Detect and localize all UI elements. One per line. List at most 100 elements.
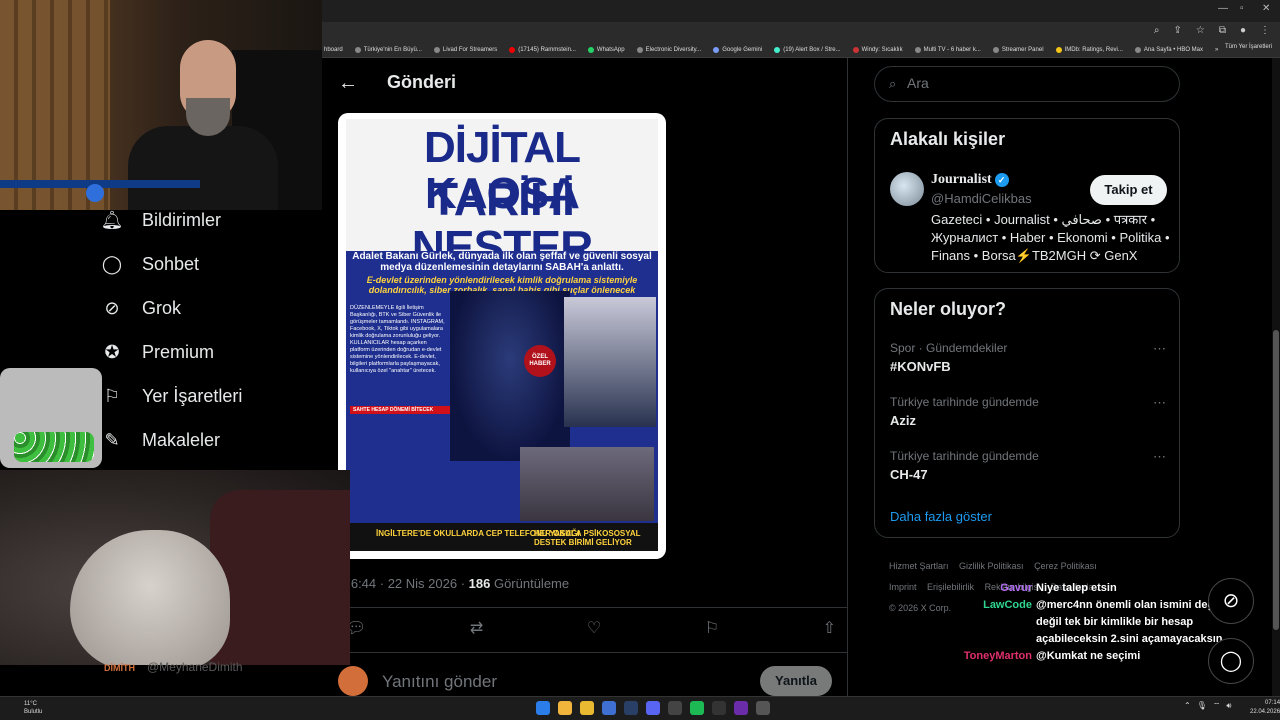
trend-name: #KONvFB	[890, 359, 951, 374]
trend-item[interactable]: Spor · Gündemdekiler #KONvFB ⋯	[890, 341, 1166, 374]
star-icon[interactable]: ☆	[1196, 25, 1205, 36]
discord-icon[interactable]	[646, 701, 660, 715]
app-icon[interactable]	[602, 701, 616, 715]
extensions-icon[interactable]: ⧉	[1219, 25, 1226, 36]
footer-link[interactable]: Imprint	[889, 582, 917, 592]
trends-panel: Neler oluyor? Spor · Gündemdekiler #KONv…	[874, 288, 1180, 538]
spotify-icon[interactable]	[690, 701, 704, 715]
bookmark[interactable]: (19) Alert Box / Stre...	[774, 46, 841, 53]
post-meta: ö 6:44 · 22 Nis 2026 · 186 Görüntüleme	[340, 576, 569, 591]
app-icon[interactable]	[668, 701, 682, 715]
bookmark[interactable]: Streamer Panel	[992, 46, 1044, 53]
volume-icon[interactable]: 🔊︎	[1226, 701, 1231, 711]
bookmark[interactable]: Google Gemini	[713, 46, 762, 53]
person-handle[interactable]: @HamdiCelikbas	[931, 191, 1032, 206]
person-bio: Gazeteci • Journalist • صحافي • पत्रकार …	[931, 212, 1170, 263]
panel-title: Alakalı kişiler	[890, 129, 1006, 149]
all-bookmarks[interactable]: Tüm Yer İşaretleri	[1225, 44, 1272, 50]
footer-story-right: HER OKULA PSİKOSOSYAL DESTEK BİRİMİ GELİ…	[534, 529, 641, 547]
close-icon[interactable]: ✕	[1262, 3, 1270, 14]
bookmark[interactable]: (17145) Rammstein...	[509, 46, 576, 53]
trend-item[interactable]: Türkiye tarihinde gündemde CH-47 ⋯	[890, 449, 1166, 482]
retweet-icon[interactable]: ⇄	[470, 618, 483, 640]
reply-input[interactable]: Yanıtını gönder	[382, 672, 497, 692]
start-icon[interactable]	[536, 701, 550, 715]
pet-cam-overlay	[0, 470, 350, 665]
messages-icon[interactable]: ◯	[1208, 638, 1254, 684]
bookmark-favicon-icon	[433, 46, 440, 53]
grok-icon[interactable]: ⊘	[1208, 578, 1254, 624]
clock[interactable]: 07:14 22.04.2026	[1250, 699, 1280, 717]
sidebar-item-premium[interactable]: ✪ Premium	[100, 342, 214, 363]
wifi-icon[interactable]: ⌔	[1213, 701, 1221, 711]
imdb-icon	[1055, 46, 1062, 53]
screen: — ▫ ✕ ⌕ ⇪ ☆ ⧉ ● ⋮ hboard Türkiye'nin En …	[0, 0, 1280, 720]
more-icon[interactable]: ⋯	[1153, 395, 1166, 411]
subhead: Adalet Bakanı Gürlek, dünyada ilk olan ş…	[352, 251, 652, 273]
overlay-knob	[86, 184, 104, 202]
bookmark[interactable]: Multi TV - 6 haber k...	[914, 46, 981, 53]
trend-name: Aziz	[890, 413, 916, 428]
trend-item[interactable]: Türkiye tarihinde gündemde Aziz ⋯	[890, 395, 1166, 428]
post-time[interactable]: ö 6:44 · 22 Nis 2026 ·	[340, 576, 469, 591]
follow-button[interactable]: Takip et	[1090, 175, 1167, 205]
zoom-icon[interactable]: ⌕	[1154, 25, 1160, 36]
sidebar-profile[interactable]: DİMİTH @MeyhaneDimith	[104, 660, 243, 674]
more-icon[interactable]: ⋯	[1153, 341, 1166, 357]
bookmark-icon[interactable]: ⚐	[705, 618, 719, 640]
app-icon[interactable]	[734, 701, 748, 715]
chevron-up-icon[interactable]: ⌃	[1184, 701, 1191, 711]
folder-icon[interactable]	[580, 701, 594, 715]
view-count: 186	[468, 576, 491, 591]
bookmark[interactable]: WhatsApp	[587, 46, 625, 53]
bookmark[interactable]: Livad For Streamers	[433, 46, 497, 53]
like-icon[interactable]: ♡	[587, 618, 601, 640]
panel-title: Neler oluyor?	[890, 299, 1007, 319]
profile-icon[interactable]: ●	[1240, 25, 1246, 36]
arrow-left-icon[interactable]: ←	[338, 72, 358, 95]
mic-icon[interactable]: 🎙︎	[1197, 701, 1207, 711]
app-icon[interactable]	[712, 701, 726, 715]
weather-widget[interactable]: 11°C Bulutlu	[24, 700, 42, 716]
share-icon[interactable]: ⇧	[823, 618, 836, 640]
reply-button[interactable]: Yanıtla	[760, 666, 832, 696]
red-label: SAHTE HESAP DÖNEMİ BİTECEK	[350, 406, 450, 414]
sidebar-item-articles[interactable]: ✎ Makaleler	[100, 430, 220, 451]
bookmark[interactable]: Windy: Sıcaklık	[852, 46, 903, 53]
bookmark[interactable]: IMDb: Ratings, Revi...	[1055, 46, 1123, 53]
footer-link[interactable]: Hizmet Şartları	[889, 561, 949, 571]
steam-icon[interactable]	[624, 701, 638, 715]
address-bar[interactable]: ⌕ ⇪ ☆ ⧉ ● ⋮	[322, 22, 1280, 42]
search-box[interactable]: ⌕	[874, 66, 1180, 102]
share-icon[interactable]: ⇪	[1173, 25, 1181, 36]
sidebar-item-chat[interactable]: ◯ Sohbet	[100, 254, 199, 275]
bookmark[interactable]: Electronic Diversity...	[636, 46, 701, 53]
newspaper-headline: DİJİTAL KAOSA TARİHİ NEŞTER	[346, 119, 658, 271]
chat-username: LawCode	[983, 599, 1032, 611]
person-name[interactable]: Journalist ✓	[931, 172, 1009, 188]
chat-icon: ◯	[101, 254, 123, 274]
footer-link[interactable]: Gizlilik Politikası	[959, 561, 1024, 571]
bell-icon: 🔔︎	[100, 210, 124, 230]
avatar[interactable]	[890, 172, 924, 206]
show-more-link[interactable]: Daha fazla göster	[890, 509, 992, 524]
chrome-icon[interactable]	[558, 701, 572, 715]
bookmark-icon: ⚐	[103, 386, 121, 406]
minimize-icon[interactable]: —	[1218, 3, 1228, 14]
bookmark[interactable]: Ana Sayfa • HBO Max	[1134, 46, 1203, 53]
post-image[interactable]: DİJİTAL KAOSA TARİHİ NEŞTER Adalet Bakan…	[338, 113, 666, 559]
sidebar-item-notifications[interactable]: 🔔︎ Bildirimler	[100, 210, 221, 231]
divider	[322, 652, 848, 653]
footer-link[interactable]: Çerez Politikası	[1034, 561, 1097, 571]
sidebar-item-grok[interactable]: ⊘ Grok	[100, 298, 181, 319]
maximize-icon[interactable]: ▫	[1240, 3, 1244, 14]
more-icon[interactable]: ⋯	[1153, 449, 1166, 465]
bookmark[interactable]: hboard	[324, 47, 343, 53]
sidebar-item-bookmarks[interactable]: ⚐ Yer İşaretleri	[100, 386, 242, 407]
search-input[interactable]	[907, 75, 1167, 91]
related-people-panel: Alakalı kişiler Journalist ✓ @HamdiCelikb…	[874, 118, 1180, 273]
bookmarks-overflow[interactable]: »	[1215, 47, 1218, 53]
bookmark[interactable]: Türkiye'nin En Büyü...	[354, 46, 422, 53]
menu-icon[interactable]: ⋮	[1260, 25, 1270, 36]
app-icon[interactable]	[756, 701, 770, 715]
